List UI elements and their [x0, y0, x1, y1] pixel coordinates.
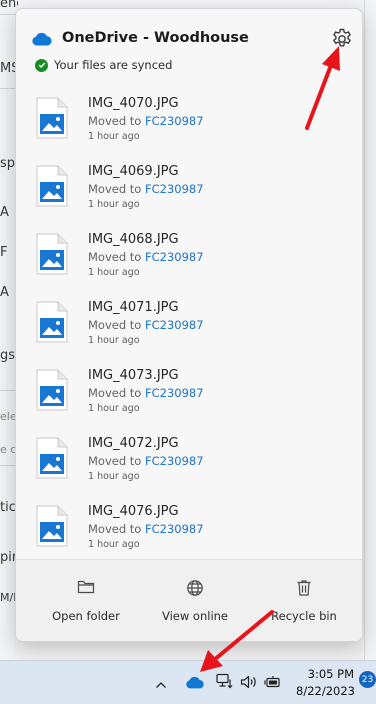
image-file-icon [35, 505, 69, 547]
image-file-icon [35, 369, 69, 411]
flyout-footer: Open folder View online Recycle bin [16, 559, 362, 641]
recycle-bin-label: Recycle bin [271, 609, 337, 623]
battery-icon [264, 674, 282, 693]
sync-status: Your files are synced [35, 58, 172, 72]
file-name: IMG_4068.JPG [88, 232, 179, 247]
file-move-info: Moved to FC230987 [88, 114, 204, 128]
file-timestamp: 1 hour ago [88, 539, 140, 550]
file-name: IMG_4073.JPG [88, 368, 179, 383]
move-prefix: Moved to [88, 182, 145, 196]
image-file-icon [35, 437, 69, 479]
flyout-header: OneDrive - Woodhouse Your files are sync… [16, 9, 362, 87]
file-list-item[interactable]: IMG_4073.JPG Moved to FC230987 1 hour ag… [16, 364, 356, 432]
check-circle-icon [35, 58, 48, 72]
battery-button[interactable] [262, 670, 284, 696]
open-folder-button[interactable]: Open folder [31, 560, 141, 641]
file-list-item[interactable]: IMG_4069.JPG Moved to FC230987 1 hour ag… [16, 160, 356, 228]
folder-link[interactable]: FC230987 [145, 454, 204, 468]
file-name: IMG_4069.JPG [88, 164, 179, 179]
notification-badge[interactable]: 23 [359, 671, 376, 688]
move-prefix: Moved to [88, 522, 145, 536]
recycle-bin-button[interactable]: Recycle bin [249, 560, 359, 641]
file-move-info: Moved to FC230987 [88, 454, 204, 468]
move-prefix: Moved to [88, 454, 145, 468]
volume-button[interactable] [238, 670, 260, 696]
background-scroll-edge [364, 0, 376, 660]
move-prefix: Moved to [88, 250, 145, 264]
folder-icon [77, 579, 95, 599]
sync-status-text: Your files are synced [54, 58, 173, 72]
file-move-info: Moved to FC230987 [88, 318, 204, 332]
cloud-icon [31, 31, 53, 50]
folder-link[interactable]: FC230987 [145, 318, 204, 332]
folder-link[interactable]: FC230987 [145, 386, 204, 400]
chevron-up-icon [155, 674, 167, 693]
file-timestamp: 1 hour ago [88, 199, 140, 210]
page-title: OneDrive - Woodhouse [62, 30, 249, 46]
file-timestamp: 1 hour ago [88, 403, 140, 414]
speaker-icon [240, 674, 258, 693]
globe-icon [186, 579, 204, 601]
file-list-item[interactable]: IMG_4071.JPG Moved to FC230987 1 hour ag… [16, 296, 356, 364]
recent-files-list[interactable]: IMG_4070.JPG Moved to FC230987 1 hour ag… [16, 87, 362, 559]
file-move-info: Moved to FC230987 [88, 182, 204, 196]
cloud-icon [185, 674, 205, 693]
folder-link[interactable]: FC230987 [145, 182, 204, 196]
file-list-item[interactable]: IMG_4068.JPG Moved to FC230987 1 hour ag… [16, 228, 356, 296]
taskbar: 3:05 PM 8/22/2023 [0, 660, 376, 704]
image-file-icon [35, 165, 69, 207]
file-timestamp: 1 hour ago [88, 267, 140, 278]
network-icon [216, 673, 234, 693]
open-folder-label: Open folder [52, 609, 120, 623]
folder-link[interactable]: FC230987 [145, 114, 204, 128]
folder-link[interactable]: FC230987 [145, 522, 204, 536]
move-prefix: Moved to [88, 114, 145, 128]
view-online-button[interactable]: View online [140, 560, 250, 641]
file-move-info: Moved to FC230987 [88, 386, 204, 400]
network-button[interactable] [214, 670, 236, 696]
image-file-icon [35, 233, 69, 275]
file-name: IMG_4071.JPG [88, 300, 179, 315]
file-list-item[interactable]: IMG_4072.JPG Moved to FC230987 1 hour ag… [16, 432, 356, 500]
view-online-label: View online [161, 609, 229, 623]
clock-time: 3:05 PM [307, 667, 354, 681]
image-file-icon [35, 97, 69, 139]
show-hidden-icons-button[interactable] [151, 670, 171, 696]
file-move-info: Moved to FC230987 [88, 250, 204, 264]
file-timestamp: 1 hour ago [88, 335, 140, 346]
move-prefix: Moved to [88, 318, 145, 332]
gear-icon[interactable] [330, 27, 354, 51]
file-list-item[interactable]: IMG_4076.JPG Moved to FC230987 1 hour ag… [16, 500, 356, 559]
trash-icon [296, 579, 312, 601]
file-timestamp: 1 hour ago [88, 471, 140, 482]
file-move-info: Moved to FC230987 [88, 522, 204, 536]
file-name: IMG_4072.JPG [88, 436, 179, 451]
clock-date: 8/22/2023 [296, 684, 355, 698]
move-prefix: Moved to [88, 386, 145, 400]
onedrive-flyout: OneDrive - Woodhouse Your files are sync… [15, 8, 363, 642]
file-list-item[interactable]: IMG_4070.JPG Moved to FC230987 1 hour ag… [16, 92, 356, 160]
image-file-icon [35, 301, 69, 343]
clock-button[interactable]: 3:05 PM 8/22/2023 [296, 667, 355, 698]
onedrive-tray-button[interactable] [182, 670, 208, 696]
file-timestamp: 1 hour ago [88, 131, 140, 142]
file-name: IMG_4076.JPG [88, 504, 179, 519]
folder-link[interactable]: FC230987 [145, 250, 204, 264]
file-name: IMG_4070.JPG [88, 96, 179, 111]
